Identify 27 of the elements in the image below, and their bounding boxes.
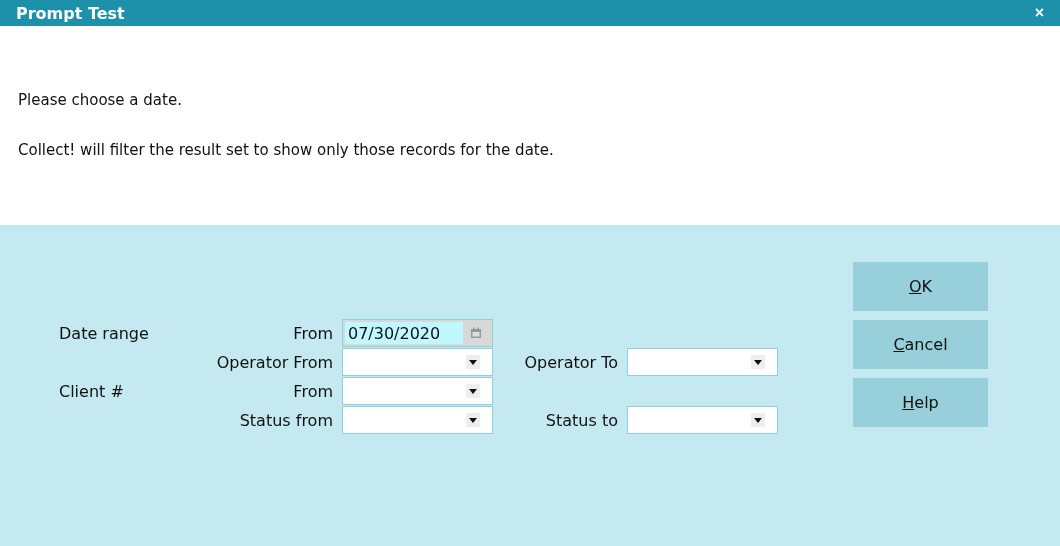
row-label: Date range	[59, 323, 149, 343]
field-label: From	[293, 323, 333, 343]
dialog-button[interactable]: OK	[853, 262, 988, 311]
message-text: Collect! will filter the result set to show only those records for the date.	[18, 140, 555, 160]
close-button[interactable]: ×	[1032, 5, 1046, 21]
dropdown-field[interactable]	[627, 406, 778, 434]
dropdown-arrow-icon	[754, 359, 762, 365]
date-field[interactable]: 07/30/2020	[342, 319, 493, 347]
field-label: Operator To	[524, 352, 618, 372]
row-label: Client #	[59, 381, 124, 401]
dropdown-field[interactable]	[342, 406, 493, 434]
message-text: Please choose a date.	[18, 90, 183, 110]
dialog-button[interactable]: Help	[853, 378, 988, 427]
dropdown-arrow-icon	[754, 417, 762, 423]
dropdown-arrow-icon	[469, 388, 477, 394]
dropdown-arrow-icon	[469, 417, 477, 423]
window-title: Prompt Test	[16, 3, 125, 23]
dropdown-field[interactable]	[627, 348, 778, 376]
field-label: From	[293, 381, 333, 401]
field-label: Operator From	[216, 352, 333, 372]
dropdown-field[interactable]	[342, 377, 493, 405]
dropdown-arrow-icon	[469, 359, 477, 365]
calendar-icon[interactable]	[470, 327, 482, 339]
field-label: Status to	[545, 410, 618, 430]
field-label: Status from	[239, 410, 333, 430]
dropdown-field[interactable]	[342, 348, 493, 376]
dialog-button[interactable]: Cancel	[853, 320, 988, 369]
